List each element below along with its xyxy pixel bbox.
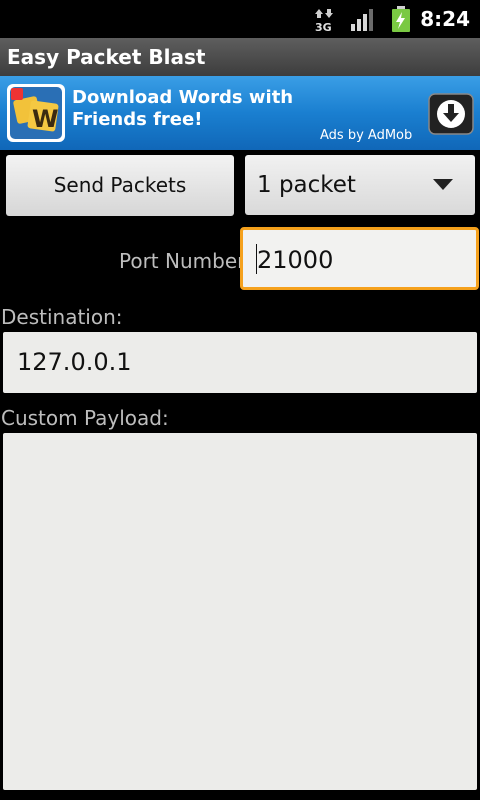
download-icon[interactable] [428, 93, 474, 135]
battery-charging-icon [392, 6, 410, 32]
chevron-down-icon [433, 179, 453, 190]
port-number-input[interactable]: 21000 [240, 227, 479, 290]
custom-payload-input[interactable] [3, 433, 477, 790]
status-clock: 8:24 [420, 7, 470, 31]
status-bar: 3G 8:24 [0, 0, 480, 38]
port-number-value: 21000 [257, 246, 334, 274]
signal-strength-icon [351, 9, 373, 31]
packet-count-value: 1 packet [257, 172, 356, 198]
network-3g-icon: 3G [315, 9, 333, 32]
ad-banner[interactable]: W Download Words with Friends free! Ads … [0, 76, 480, 150]
svg-text:3G: 3G [315, 21, 332, 32]
destination-label: Destination: [1, 305, 123, 329]
send-packets-button[interactable]: Send Packets [6, 155, 234, 216]
destination-input[interactable]: 127.0.0.1 [3, 332, 477, 393]
words-with-friends-icon: W [7, 84, 65, 142]
destination-value: 127.0.0.1 [17, 348, 132, 376]
ad-attribution: Ads by AdMob [320, 128, 413, 143]
packet-count-dropdown[interactable]: 1 packet [245, 155, 475, 215]
app-title-bar: Easy Packet Blast [0, 38, 480, 76]
port-number-label: Port Number [119, 249, 246, 273]
svg-text:W: W [32, 105, 58, 133]
app-title: Easy Packet Blast [7, 45, 206, 69]
custom-payload-label: Custom Payload: [1, 406, 169, 430]
ad-headline[interactable]: Download Words with Friends free! [72, 87, 332, 131]
